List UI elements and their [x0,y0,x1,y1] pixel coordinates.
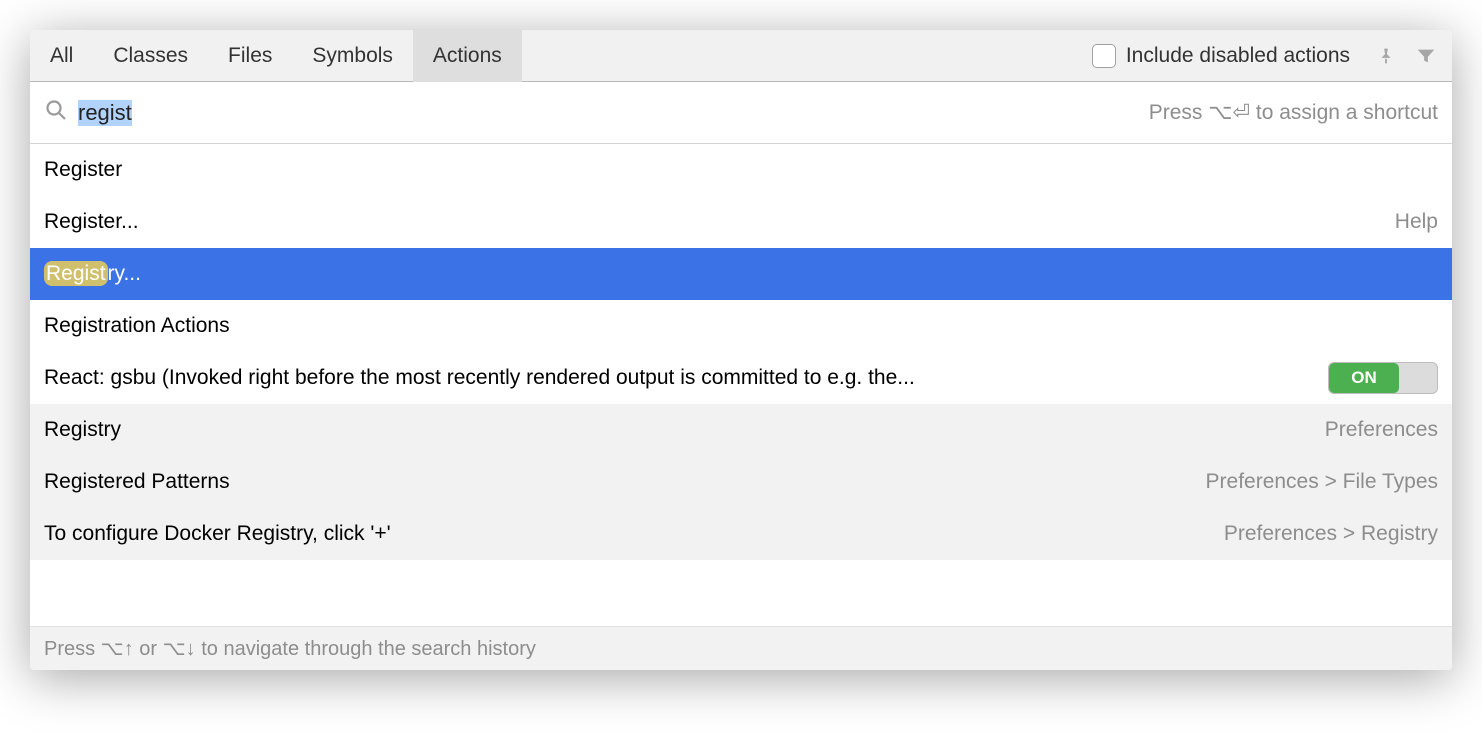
search-input[interactable] [78,100,1149,126]
tab-classes[interactable]: Classes [93,30,208,82]
checkbox-label: Include disabled actions [1126,44,1350,68]
result-context: Help [1395,210,1438,234]
result-label: Registration Actions [44,314,1438,338]
result-label: Registry... [44,262,1438,286]
result-context: Preferences [1325,418,1438,442]
filter-icon[interactable] [1412,42,1440,70]
match-highlight: Regist [44,261,108,286]
tab-label: Classes [113,44,188,68]
result-row[interactable]: Registration Actions [30,300,1452,352]
footer-bar: Press ⌥↑ or ⌥↓ to navigate through the s… [30,626,1452,670]
result-row[interactable]: To configure Docker Registry, click '+'P… [30,508,1452,560]
result-label: React: gsbu (Invoked right before the mo… [44,366,1328,390]
tab-label: Actions [433,44,502,68]
tab-files[interactable]: Files [208,30,292,82]
blank-area [30,560,1452,626]
result-label: Register... [44,210,1395,234]
tabs-bar: All Classes Files Symbols Actions Includ… [30,30,1452,82]
tab-all[interactable]: All [30,30,93,82]
result-label: Registered Patterns [44,470,1206,494]
result-row[interactable]: RegistryPreferences [30,404,1452,456]
pin-icon[interactable] [1372,42,1400,70]
include-disabled-checkbox[interactable]: Include disabled actions [1092,44,1350,68]
toggle-on-label: ON [1329,363,1399,393]
checkbox-box [1092,44,1116,68]
tab-label: All [50,44,73,68]
footer-hint: Press ⌥↑ or ⌥↓ to navigate through the s… [44,636,536,661]
result-context: Preferences > File Types [1206,470,1438,494]
tab-actions[interactable]: Actions [413,30,522,82]
tab-symbols[interactable]: Symbols [292,30,413,82]
result-row[interactable]: Register [30,144,1452,196]
result-row[interactable]: React: gsbu (Invoked right before the mo… [30,352,1452,404]
result-row[interactable]: Registered PatternsPreferences > File Ty… [30,456,1452,508]
result-row[interactable]: Register...Help [30,196,1452,248]
results-list: RegisterRegister...HelpRegistry...Regist… [30,144,1452,560]
shortcut-hint: Press ⌥⏎ to assign a shortcut [1149,100,1438,125]
tab-label: Symbols [312,44,393,68]
result-context: Preferences > Registry [1224,522,1438,546]
tab-label: Files [228,44,272,68]
search-everywhere-dialog: All Classes Files Symbols Actions Includ… [30,30,1452,670]
result-row[interactable]: Registry... [30,248,1452,300]
search-row: Press ⌥⏎ to assign a shortcut [30,82,1452,144]
result-label: Registry [44,418,1325,442]
result-label: To configure Docker Registry, click '+' [44,522,1224,546]
result-label: Register [44,158,1438,182]
search-icon [44,98,68,128]
toggle-switch[interactable]: ON [1328,362,1438,394]
